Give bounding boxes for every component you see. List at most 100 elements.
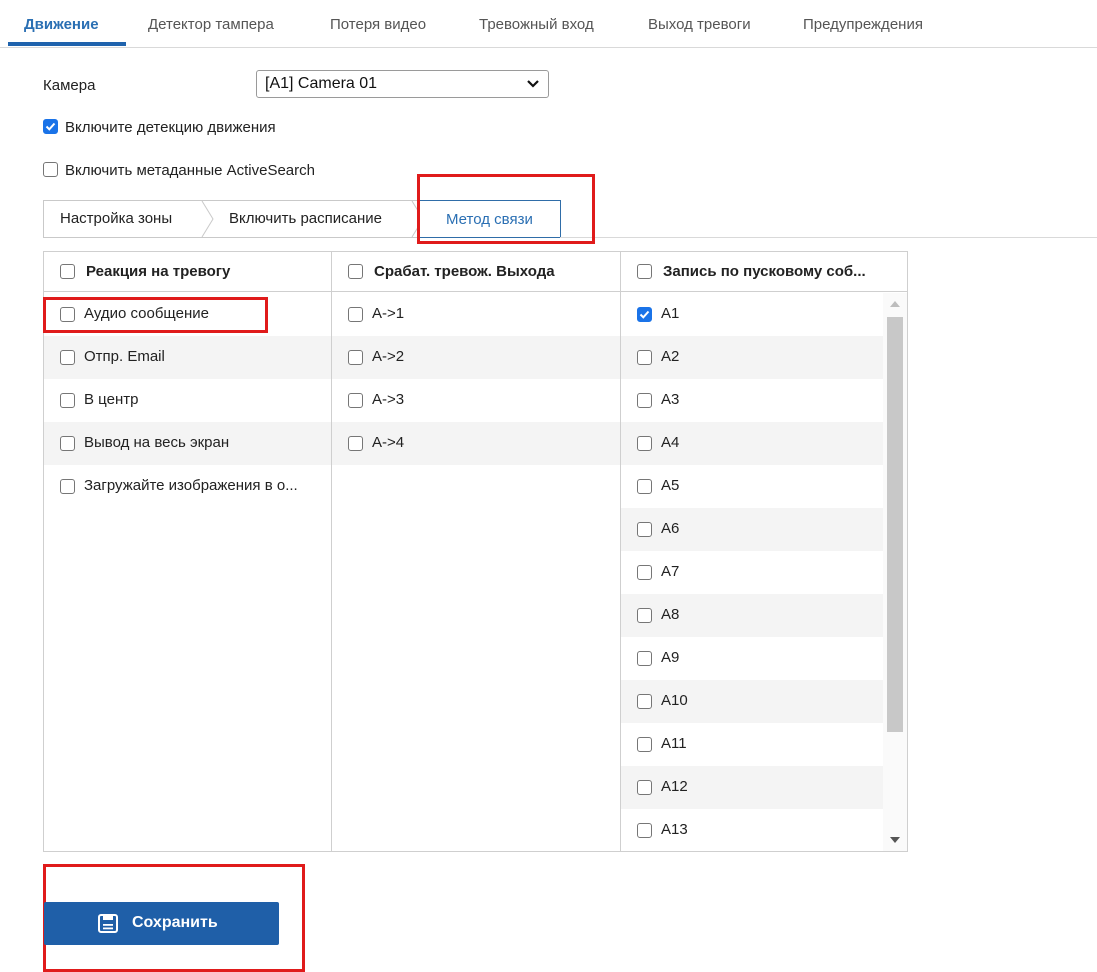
alarm-output-item-label: A->2 (372, 348, 405, 365)
save-button[interactable]: Сохранить (44, 902, 279, 945)
table-row[interactable]: A8 (621, 594, 883, 637)
trigger-recording-item-checkbox[interactable] (637, 350, 652, 365)
trigger-recording-item-checkbox[interactable] (637, 823, 652, 838)
camera-select[interactable]: [A1] Camera 01 (256, 70, 549, 98)
table-row[interactable]: A->2 (332, 336, 620, 379)
table-row[interactable]: A2 (621, 336, 883, 379)
table-row[interactable]: В центр (44, 379, 331, 422)
top-tab-bar: Движение Детектор тампера Потеря видео Т… (0, 0, 1097, 48)
alarm-response-item-label: В центр (84, 391, 139, 408)
active-tab-indicator (8, 42, 126, 46)
trigger-recording-item-label: A6 (661, 520, 680, 537)
table-row[interactable]: A3 (621, 379, 883, 422)
trigger-recording-item-checkbox[interactable] (637, 737, 652, 752)
alarm-output-item-checkbox[interactable] (348, 393, 363, 408)
trigger-recording-item-checkbox[interactable] (637, 780, 652, 795)
trigger-recording-select-all-checkbox[interactable] (637, 264, 652, 279)
trigger-recording-item-checkbox[interactable] (637, 651, 652, 666)
table-row[interactable]: A6 (621, 508, 883, 551)
activesearch-checkbox[interactable] (43, 162, 58, 178)
alarm-response-select-all-checkbox[interactable] (60, 264, 75, 279)
alarm-response-item-checkbox[interactable] (60, 436, 75, 451)
trigger-recording-item-label: A4 (661, 434, 680, 451)
trigger-recording-header-label: Запись по пусковому соб... (663, 263, 866, 280)
step-zone-setup[interactable]: Настройка зоны (60, 210, 172, 227)
linkage-table: Реакция на тревогу Аудио сообщение Отпр. E… (43, 251, 908, 852)
trigger-recording-item-label: A1 (661, 305, 680, 322)
highlight-audio-message (43, 297, 268, 333)
motion-detection-checkbox[interactable] (43, 119, 58, 135)
scroll-thumb[interactable] (887, 317, 903, 732)
table-row[interactable]: A9 (621, 637, 883, 680)
alarm-response-item-label: Загружайте изображения в о... (84, 477, 298, 494)
trigger-recording-header: Запись по пусковому соб... (621, 252, 907, 292)
trigger-recording-item-checkbox[interactable] (637, 479, 652, 494)
steps-divider (560, 237, 1097, 238)
trigger-recording-item-label: A9 (661, 649, 680, 666)
table-row[interactable]: A10 (621, 680, 883, 723)
alarm-output-item-label: A->1 (372, 305, 405, 322)
table-row[interactable]: A->4 (332, 422, 620, 465)
check-icon (45, 122, 56, 131)
check-icon (639, 310, 650, 319)
tab-alarm-input[interactable]: Тревожный вход (479, 16, 594, 33)
trigger-recording-item-checkbox[interactable] (637, 565, 652, 580)
table-row[interactable]: A1 (621, 293, 883, 336)
trigger-recording-item-label: A3 (661, 391, 680, 408)
trigger-recording-item-checkbox[interactable] (637, 393, 652, 408)
alarm-output-item-label: A->3 (372, 391, 405, 408)
alarm-response-item-checkbox[interactable] (60, 350, 75, 365)
scroll-up-icon[interactable] (890, 301, 900, 307)
activesearch-option[interactable]: Включить метаданные ActiveSearch (43, 162, 315, 179)
step-enable-schedule[interactable]: Включить расписание (229, 210, 382, 227)
alarm-output-select-all-checkbox[interactable] (348, 264, 363, 279)
table-row[interactable]: A5 (621, 465, 883, 508)
alarm-output-item-checkbox[interactable] (348, 436, 363, 451)
trigger-recording-item-checkbox[interactable] (637, 436, 652, 451)
tab-video-loss[interactable]: Потеря видео (330, 16, 426, 33)
alarm-response-column: Реакция на тревогу Аудио сообщение Отпр. E… (44, 252, 331, 851)
scroll-down-icon[interactable] (890, 837, 900, 843)
table-row[interactable]: A7 (621, 551, 883, 594)
table-row[interactable]: A4 (621, 422, 883, 465)
trigger-recording-item-checkbox[interactable] (637, 694, 652, 709)
alarm-output-item-label: A->4 (372, 434, 405, 451)
alarm-output-header-label: Срабат. тревож. Выхода (374, 263, 555, 280)
table-row[interactable]: A12 (621, 766, 883, 809)
trigger-recording-item-label: A11 (661, 735, 687, 752)
table-row[interactable]: A13 (621, 809, 883, 852)
camera-select-value: [A1] Camera 01 (265, 75, 378, 92)
tab-motion[interactable]: Движение (24, 16, 99, 33)
table-row[interactable]: A->1 (332, 293, 620, 336)
activesearch-label: Включить метаданные ActiveSearch (65, 162, 315, 179)
alarm-output-header: Срабат. тревож. Выхода (332, 252, 620, 292)
motion-detection-option[interactable]: Включите детекцию движения (43, 119, 276, 136)
camera-label: Камера (43, 77, 96, 94)
alarm-response-item-checkbox[interactable] (60, 393, 75, 408)
table-row[interactable]: A11 (621, 723, 883, 766)
table-row[interactable]: Загружайте изображения в о... (44, 465, 331, 508)
tab-tamper-detection[interactable]: Детектор тампера (148, 16, 274, 33)
tab-alarm-output[interactable]: Выход тревоги (648, 16, 751, 33)
trigger-recording-column: A1 A2 A3 A4 A5 A6 A7 A8 A9 A10 A11 A12 A13 Запись по… (621, 252, 907, 851)
alarm-output-item-checkbox[interactable] (348, 307, 363, 322)
alarm-output-item-checkbox[interactable] (348, 350, 363, 365)
scrollbar[interactable] (883, 293, 907, 851)
trigger-recording-item-checkbox[interactable] (637, 608, 652, 623)
alarm-response-header: Реакция на тревогу (44, 252, 331, 292)
trigger-recording-item-label: A2 (661, 348, 680, 365)
tab-warnings[interactable]: Предупреждения (803, 16, 923, 33)
table-row[interactable]: Вывод на весь экран (44, 422, 331, 465)
trigger-recording-item-label: A10 (661, 692, 688, 709)
trigger-recording-item-checkbox[interactable] (637, 522, 652, 537)
alarm-response-item-checkbox[interactable] (60, 479, 75, 494)
motion-detection-label: Включите детекцию движения (65, 119, 276, 136)
table-row[interactable]: A->3 (332, 379, 620, 422)
table-row[interactable]: Отпр. Email (44, 336, 331, 379)
trigger-recording-item-checkbox[interactable] (637, 307, 652, 322)
alarm-response-item-label: Отпр. Email (84, 348, 165, 365)
chevron-down-icon (527, 80, 539, 88)
alarm-response-header-label: Реакция на тревогу (86, 263, 231, 280)
trigger-recording-item-label: A12 (661, 778, 688, 795)
alarm-output-column: Срабат. тревож. Выхода A->1 A->2 A->3 A->4 (332, 252, 620, 851)
